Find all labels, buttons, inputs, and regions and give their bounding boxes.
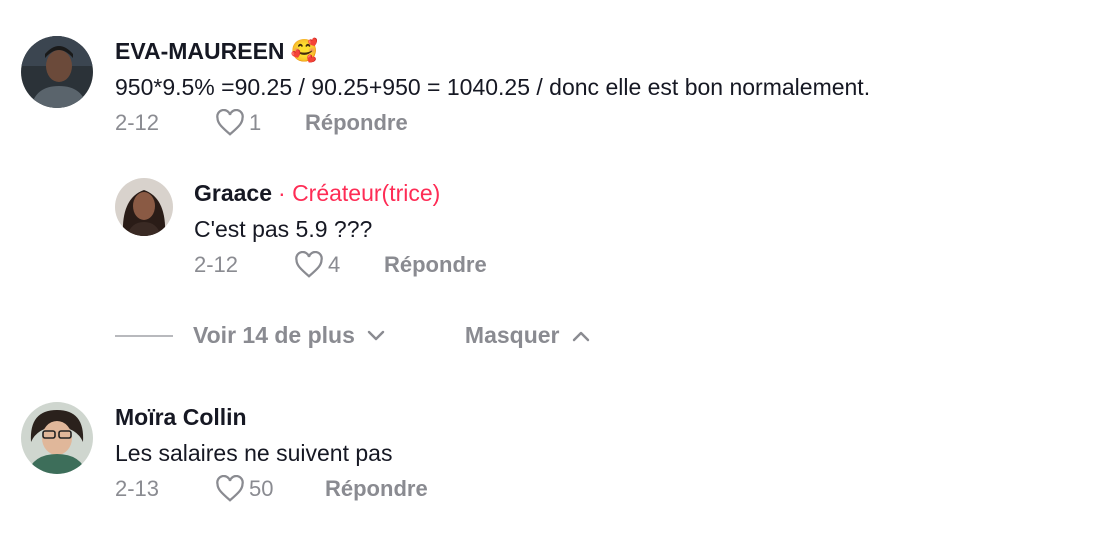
view-more-replies-button[interactable]: Voir 14 de plus xyxy=(193,322,385,349)
hide-label: Masquer xyxy=(464,322,560,348)
comment-date: 2-13 xyxy=(115,476,160,501)
like-button[interactable]: 50 xyxy=(215,475,325,503)
avatar[interactable] xyxy=(21,36,93,108)
like-button[interactable]: 4 xyxy=(294,251,384,279)
author-name[interactable]: Graace xyxy=(194,178,272,208)
thread-divider xyxy=(115,334,173,337)
comment-item: EVA-MAUREEN 🥰 950*9.5% =90.25 / 90.25+95… xyxy=(21,36,870,138)
heart-icon xyxy=(216,475,244,502)
like-button[interactable]: 1 xyxy=(215,109,305,137)
like-count: 50 xyxy=(249,476,274,501)
comment-date: 2-12 xyxy=(194,252,239,277)
hide-replies-button[interactable]: Masquer xyxy=(465,322,590,349)
heart-icon xyxy=(295,251,323,278)
comment-meta: 2-13 50 Répondre xyxy=(115,474,428,504)
comment-text: Les salaires ne suivent pas xyxy=(115,440,393,466)
author-name[interactable]: Moïra Collin xyxy=(115,402,247,432)
thread-controls: Voir 14 de plus Masquer xyxy=(115,322,590,349)
reply-button[interactable]: Répondre xyxy=(305,110,408,136)
author-name[interactable]: EVA-MAUREEN xyxy=(115,36,285,66)
like-count: 1 xyxy=(249,110,262,135)
reply-button[interactable]: Répondre xyxy=(325,476,428,502)
comment-meta: 2-12 1 Répondre xyxy=(115,108,870,138)
avatar[interactable] xyxy=(21,402,93,474)
reply-button[interactable]: Répondre xyxy=(384,252,487,278)
view-more-label: Voir 14 de plus xyxy=(193,322,355,348)
heart-icon xyxy=(216,109,244,136)
comment-date: 2-12 xyxy=(115,110,160,135)
chevron-up-icon xyxy=(572,331,589,341)
creator-badge: · Créateur(trice) xyxy=(278,180,441,206)
comment-item: Moïra Collin Les salaires ne suivent pas… xyxy=(21,402,428,504)
comment-author: EVA-MAUREEN 🥰 xyxy=(115,36,870,66)
comment-text: C'est pas 5.9 ??? xyxy=(194,216,373,242)
comment-text: 950*9.5% =90.25 / 90.25+950 = 1040.25 / … xyxy=(115,74,871,100)
emoji: 🥰 xyxy=(290,38,318,63)
comment-meta: 2-12 4 Répondre xyxy=(194,250,487,280)
chevron-down-icon xyxy=(367,330,385,340)
reply-item: Graace · Créateur(trice) C'est pas 5.9 ?… xyxy=(115,178,487,280)
avatar[interactable] xyxy=(115,178,173,236)
comment-author: Moïra Collin xyxy=(115,402,428,432)
comment-author: Graace · Créateur(trice) xyxy=(194,178,487,208)
like-count: 4 xyxy=(328,252,341,277)
